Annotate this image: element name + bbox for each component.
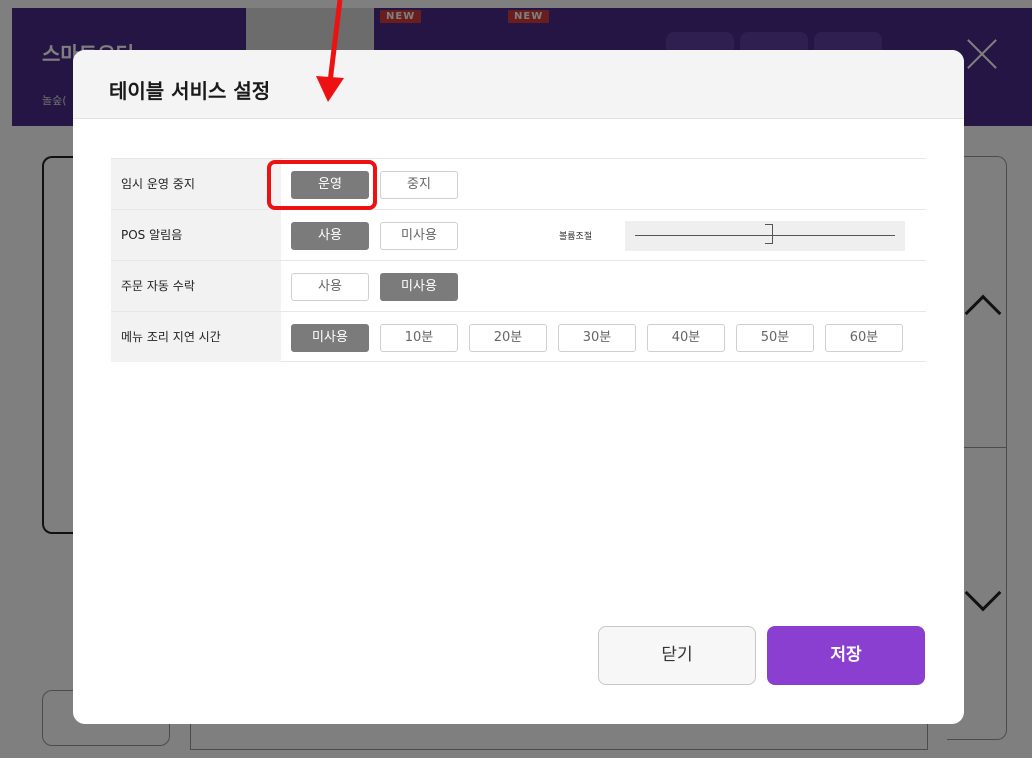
annotation-arrow	[316, 0, 344, 102]
